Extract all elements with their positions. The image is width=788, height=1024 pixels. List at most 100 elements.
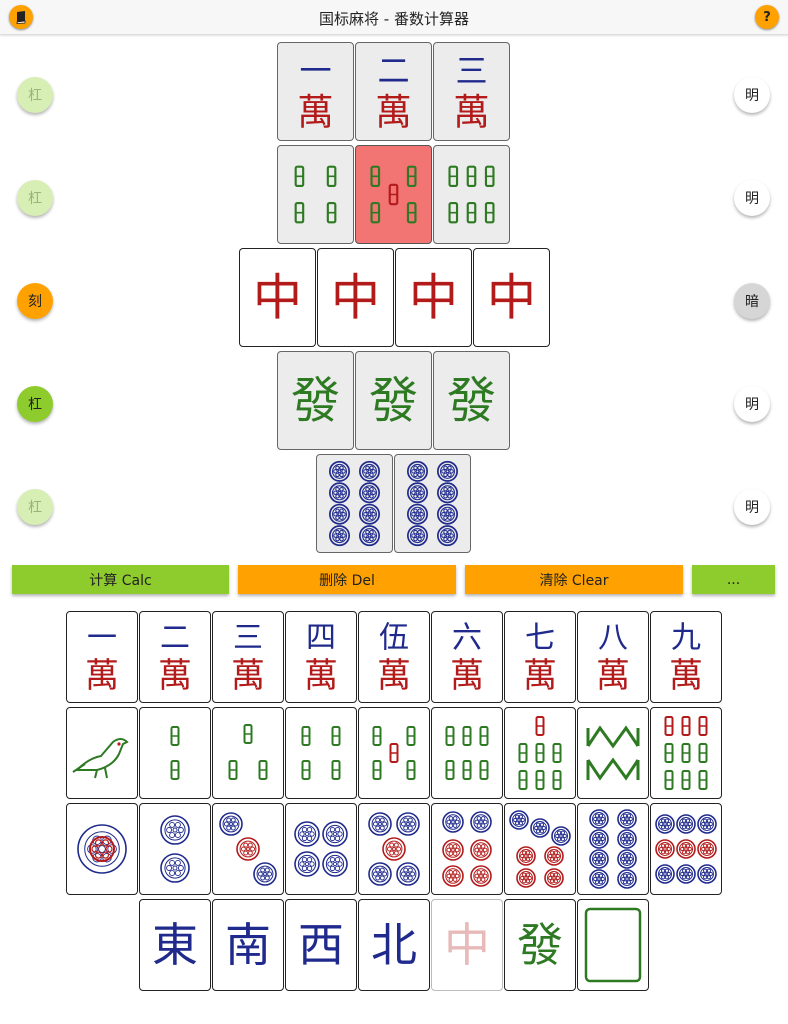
hand-tile[interactable] [277,145,354,244]
svg-text:萬: 萬 [158,656,192,696]
svg-text:萬: 萬 [596,656,630,696]
svg-text:伍: 伍 [379,621,409,656]
hand-tile[interactable]: 中 [239,248,316,347]
palette-tile-character-3[interactable]: 三萬 [212,611,284,703]
palette-tile-dots-2[interactable] [139,803,211,895]
palette-tile-bamboo-9[interactable] [650,707,722,799]
palette-tile-bamboo-4[interactable] [285,707,357,799]
title-bar: 国标麻将 - 番数计算器 ? [0,0,788,35]
palette-tile-bamboo-5[interactable] [358,707,430,799]
palette-tile-dots-3[interactable] [212,803,284,895]
hand-tile[interactable]: 一萬 [277,42,354,141]
palette-tile-white-dragon[interactable] [577,899,649,991]
palette-tile-bamboo-3[interactable] [212,707,284,799]
palette-tile-honor-5[interactable]: 中 [431,899,503,991]
svg-text:中: 中 [487,269,536,327]
palette-tile-character-1[interactable]: 一萬 [66,611,138,703]
help-icon: ? [763,9,771,25]
svg-text:中: 中 [409,269,458,327]
palette-tile-character-7[interactable]: 七萬 [504,611,576,703]
row4-kong-toggle[interactable]: 杠 [17,386,53,422]
hand-tile[interactable]: 二萬 [355,42,432,141]
svg-text:九: 九 [671,621,701,656]
app-title: 国标麻将 - 番数计算器 [319,10,469,28]
palette-tile-bamboo-8[interactable] [577,707,649,799]
row5-kong-toggle[interactable]: 杠 [17,489,53,525]
palette-tile-honor-2[interactable]: 南 [212,899,284,991]
hand-tile[interactable] [394,454,471,553]
help-button[interactable]: ? [755,5,779,29]
svg-text:中: 中 [253,269,302,327]
hand-tile[interactable]: 三萬 [433,42,510,141]
palette-tile-dots-6[interactable] [431,803,503,895]
row2-kong-toggle[interactable]: 杠 [17,180,53,216]
svg-text:萬: 萬 [304,656,338,696]
svg-text:一: 一 [87,621,117,656]
row4-exposed-toggle[interactable]: 明 [734,386,770,422]
svg-text:發: 發 [291,372,340,430]
hand-tile[interactable]: 發 [355,351,432,450]
palette-tile-character-8[interactable]: 八萬 [577,611,649,703]
svg-text:萬: 萬 [450,656,484,696]
row2-exposed-toggle[interactable]: 明 [734,180,770,216]
palette-tile-bamboo-2[interactable] [139,707,211,799]
palette-tile-bamboo-7[interactable] [504,707,576,799]
svg-text:萬: 萬 [523,656,557,696]
clear-button[interactable]: 清除 Clear [465,565,683,594]
palette-tile-dots-8[interactable] [577,803,649,895]
palette-tile-dots-1[interactable] [66,803,138,895]
palette-tile-character-5[interactable]: 伍萬 [358,611,430,703]
palette-tile-honor-4[interactable]: 北 [358,899,430,991]
svg-text:萬: 萬 [669,656,703,696]
row1-exposed-toggle[interactable]: 明 [734,77,770,113]
svg-text:六: 六 [452,621,482,656]
row3-pung-toggle[interactable]: 刻 [17,283,53,319]
svg-text:萬: 萬 [453,90,489,133]
svg-text:發: 發 [369,372,418,430]
svg-text:萬: 萬 [231,656,265,696]
palette-tile-honor-1[interactable]: 東 [139,899,211,991]
palette-tile-dots-5[interactable] [358,803,430,895]
svg-text:萬: 萬 [375,90,411,133]
row5-exposed-toggle[interactable]: 明 [734,489,770,525]
hand-tile[interactable]: 發 [277,351,354,450]
palette-tile-bamboo-1[interactable] [66,707,138,799]
svg-text:二: 二 [160,621,190,656]
svg-text:中: 中 [331,269,380,327]
row3-concealed-toggle[interactable]: 暗 [734,283,770,319]
svg-text:北: 北 [371,918,417,972]
palette-tile-bamboo-6[interactable] [431,707,503,799]
palette-tile-character-4[interactable]: 四萬 [285,611,357,703]
palette-tile-dots-7[interactable] [504,803,576,895]
svg-text:三: 三 [233,621,263,656]
more-button[interactable]: ... [692,565,775,594]
hand-tile[interactable]: 發 [433,351,510,450]
svg-text:一: 一 [299,52,331,90]
row1-kong-toggle[interactable]: 杠 [17,77,53,113]
hand-tile[interactable]: 中 [317,248,394,347]
hand-tile[interactable]: 中 [473,248,550,347]
palette-tile-character-9[interactable]: 九萬 [650,611,722,703]
palette-tile-honor-6[interactable]: 發 [504,899,576,991]
calc-button[interactable]: 计算 Calc [12,565,229,594]
palette-tile-honor-3[interactable]: 西 [285,899,357,991]
palette-tile-dots-4[interactable] [285,803,357,895]
svg-text:萬: 萬 [297,90,333,133]
palette-tile-dots-9[interactable] [650,803,722,895]
hand-tile[interactable]: 中 [395,248,472,347]
svg-text:發: 發 [447,372,496,430]
svg-text:南: 南 [225,918,271,972]
svg-text:萬: 萬 [85,656,119,696]
palette-tile-character-2[interactable]: 二萬 [139,611,211,703]
hand-tile-selected[interactable] [355,145,432,244]
svg-text:二: 二 [377,52,409,90]
svg-text:八: 八 [598,621,628,656]
svg-text:四: 四 [306,621,336,656]
svg-text:中: 中 [444,918,490,972]
svg-text:三: 三 [455,52,487,90]
palette-tile-character-6[interactable]: 六萬 [431,611,503,703]
delete-button[interactable]: 删除 Del [238,565,456,594]
svg-text:西: 西 [298,918,344,972]
hand-tile[interactable] [316,454,393,553]
hand-tile[interactable] [433,145,510,244]
